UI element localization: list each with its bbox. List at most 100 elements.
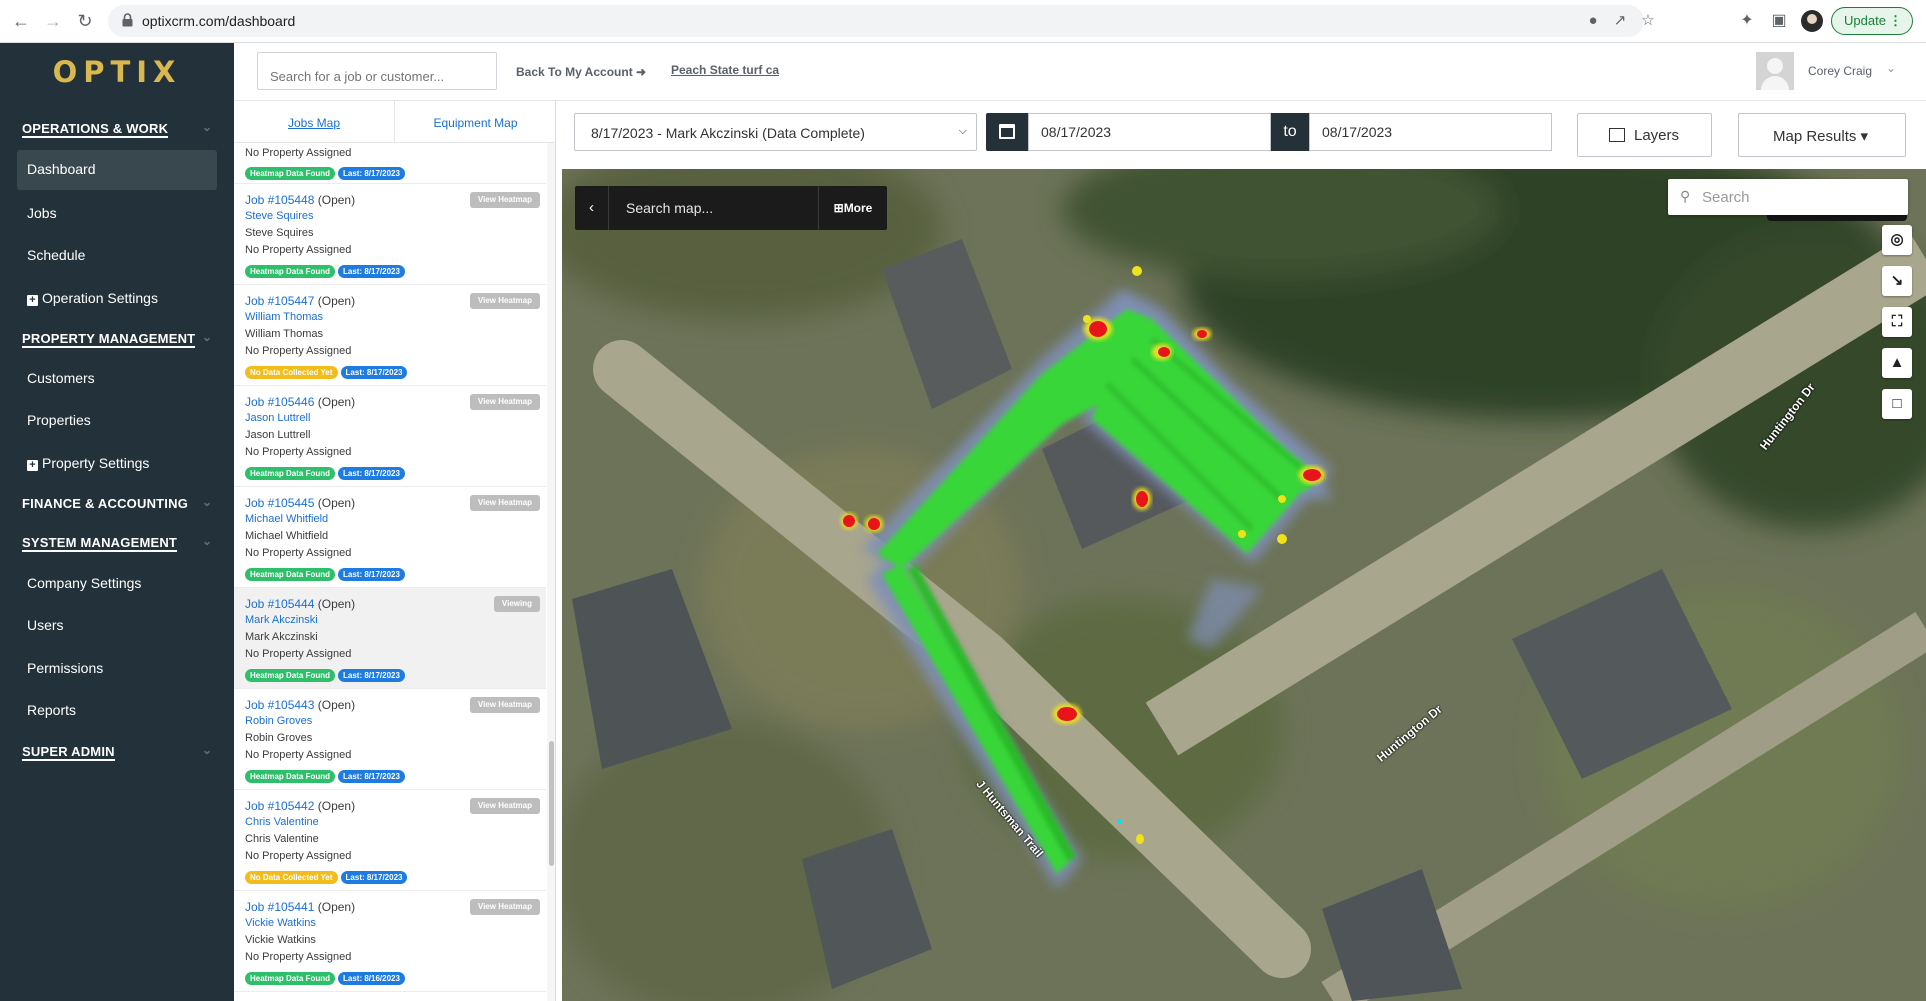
view-heatmap-button[interactable]: Viewing	[493, 596, 540, 612]
map-canvas[interactable]	[562, 169, 1926, 1001]
client-link[interactable]: Vickie Watkins	[245, 917, 316, 929]
place-search-input[interactable]: Search	[1702, 189, 1750, 206]
client-name: Vickie Watkins	[245, 934, 316, 946]
sidebar-item-reports[interactable]: Reports	[27, 702, 76, 718]
calendar-button[interactable]	[986, 113, 1028, 151]
job-title[interactable]: Job #105443 (Open)	[245, 698, 355, 712]
reload-icon[interactable]: ↻	[73, 9, 97, 33]
company-link[interactable]: Peach State turf ca	[671, 63, 779, 77]
job-customer-search-input[interactable]	[257, 52, 497, 90]
update-button[interactable]: Update ⋮	[1831, 7, 1913, 35]
section-system-management[interactable]: SYSTEM MANAGEMENT ⌄	[22, 534, 212, 552]
sidebar-item-dashboard[interactable]: Dashboard	[17, 150, 217, 190]
sidebar-item-users[interactable]: Users	[27, 617, 64, 633]
profile-avatar[interactable]	[1801, 10, 1823, 32]
sidebar-item-company-settings[interactable]: Company Settings	[27, 575, 141, 591]
tab-jobs-map[interactable]: Jobs Map	[234, 101, 395, 143]
user-name[interactable]: Corey Craig	[1808, 64, 1872, 78]
job-title[interactable]: Job #105442 (Open)	[245, 799, 355, 813]
measure-icon[interactable]: ↘	[1882, 266, 1912, 296]
back-to-account-link[interactable]: Back To My Account ➜	[516, 65, 646, 79]
sidebar-item-properties[interactable]: Properties	[27, 412, 91, 428]
sidebar-item-permissions[interactable]: Permissions	[27, 660, 103, 676]
sidebar-item-operation-settings[interactable]: + Operation Settings	[27, 290, 158, 306]
job-property: No Property Assigned	[245, 345, 352, 357]
section-finance-accounting[interactable]: FINANCE & ACCOUNTING ⌄	[22, 495, 212, 511]
client-link[interactable]: Mark Akczinski	[245, 614, 318, 626]
compass-north-icon[interactable]: ▲	[1882, 348, 1912, 378]
job-list-item[interactable]: Job #105441 (Open) Vickie Watkins Vickie W…	[234, 891, 546, 992]
job-badges: Heatmap Data Found Last: 8/17/2023	[245, 564, 408, 582]
job-title[interactable]: Job #105444 (Open)	[245, 597, 355, 611]
job-badges: No Data Collected Yet Last: 8/17/2023	[245, 867, 410, 885]
share-icon[interactable]: ↗	[1611, 12, 1629, 30]
map-search-input[interactable]: Search map...	[626, 200, 713, 216]
job-list-item[interactable]: Job #105445 (Open) Michael Whitfield Micha…	[234, 487, 546, 588]
chevron-down-icon: ⌵	[958, 125, 967, 137]
sidebar-item-jobs[interactable]: Jobs	[27, 205, 57, 221]
forward-arrow-icon[interactable]: →	[41, 9, 65, 33]
section-property-management[interactable]: PROPERTY MANAGEMENT ⌄	[22, 330, 212, 348]
client-link[interactable]: Michael Whitfield	[245, 513, 328, 525]
client-link[interactable]: Jason Luttrell	[245, 412, 310, 424]
satellite-map[interactable]: Huntington Dr Huntington Dr J Huntsman T…	[562, 169, 1926, 1001]
list-scrollbar-thumb[interactable]	[549, 741, 554, 866]
job-list-item[interactable]: Job #105444 (Open) Mark Akczinski Mark Akc…	[234, 588, 546, 689]
job-list-item[interactable]: Job #105443 (Open) Robin Groves Robin Grov…	[234, 689, 546, 790]
job-title[interactable]: Job #105445 (Open)	[245, 496, 355, 510]
view-heatmap-button[interactable]: View Heatmap	[469, 495, 540, 511]
view-heatmap-button[interactable]: View Heatmap	[469, 293, 540, 309]
client-link[interactable]: Steve Squires	[245, 210, 313, 222]
app-logo[interactable]: OPTIX	[0, 55, 234, 89]
job-list-item[interactable]: Job #105446 (Open) Jason Luttrell Jason Lu…	[234, 386, 546, 487]
layers-button[interactable]: Layers	[1577, 113, 1712, 157]
user-avatar[interactable]	[1756, 52, 1794, 90]
list-scrollbar[interactable]	[547, 143, 555, 1001]
more-button[interactable]: ⊞More	[818, 186, 887, 230]
extensions-puzzle-icon[interactable]: ✦	[1737, 11, 1757, 31]
client-link[interactable]: Chris Valentine	[245, 816, 319, 828]
job-title[interactable]: Job #105441 (Open)	[245, 900, 355, 914]
chevron-left-icon[interactable]: ‹	[575, 186, 609, 230]
location-pin-icon[interactable]: ●	[1584, 12, 1602, 30]
sidebar-item-schedule[interactable]: Schedule	[27, 247, 85, 263]
client-link[interactable]: Robin Groves	[245, 715, 312, 727]
status-badge: Heatmap Data Found	[245, 568, 336, 581]
back-arrow-icon[interactable]: ←	[9, 9, 33, 33]
locate-me-icon[interactable]: ◎	[1882, 225, 1912, 255]
list-item[interactable]: No Property Assigned Heatmap Data Found L…	[234, 143, 546, 184]
map-results-button[interactable]: Map Results ▾	[1738, 113, 1906, 157]
section-operations-work[interactable]: OPERATIONS & WORK ⌄	[22, 120, 212, 138]
draw-polygon-icon[interactable]: □	[1882, 389, 1912, 419]
job-title[interactable]: Job #105446 (Open)	[245, 395, 355, 409]
view-heatmap-button[interactable]: View Heatmap	[469, 394, 540, 410]
update-label: Update	[1844, 13, 1886, 28]
chevron-down-icon[interactable]: ⌄	[1886, 61, 1896, 75]
map-place-search[interactable]: ⚲ Search	[1668, 179, 1908, 215]
last-date-badge: Last: 8/17/2023	[338, 467, 405, 480]
job-list-item[interactable]: Job #105442 (Open) Chris Valentine Chris V…	[234, 790, 546, 891]
sidebar-item-customers[interactable]: Customers	[27, 370, 95, 386]
client-link[interactable]: William Thomas	[245, 311, 323, 323]
status-badge: No Data Collected Yet	[245, 366, 338, 379]
job-list-item[interactable]: Job #105448 (Open) Steve Squires Steve Squ…	[234, 184, 546, 285]
job-title[interactable]: Job #105447 (Open)	[245, 294, 355, 308]
last-date-badge: Last: 8/16/2023	[338, 972, 405, 985]
tab-equipment-map[interactable]: Equipment Map	[395, 101, 555, 143]
view-heatmap-button[interactable]: View Heatmap	[469, 697, 540, 713]
fullscreen-icon[interactable]: ⛶	[1882, 307, 1912, 337]
view-heatmap-button[interactable]: View Heatmap	[469, 192, 540, 208]
date-from-field[interactable]: 08/17/2023	[1028, 113, 1271, 151]
date-to-field[interactable]: 08/17/2023	[1309, 113, 1552, 151]
job-select[interactable]: 8/17/2023 - Mark Akczinski (Data Complet…	[574, 113, 977, 151]
job-list-item[interactable]: Job #105447 (Open) William Thomas William …	[234, 285, 546, 386]
view-heatmap-button[interactable]: View Heatmap	[469, 899, 540, 915]
sidebar-item-property-settings[interactable]: + Property Settings	[27, 455, 149, 471]
bookmark-star-icon[interactable]: ☆	[1639, 12, 1657, 30]
view-heatmap-button[interactable]: View Heatmap	[469, 798, 540, 814]
job-title[interactable]: Job #105448 (Open)	[245, 193, 355, 207]
address-bar[interactable]: optixcrm.com/dashboard ● ↗ ☆	[108, 5, 1655, 37]
job-property: No Property Assigned	[245, 244, 352, 256]
side-panel-icon[interactable]: ▣	[1769, 11, 1789, 31]
section-super-admin[interactable]: SUPER ADMIN ⌄	[22, 743, 212, 761]
